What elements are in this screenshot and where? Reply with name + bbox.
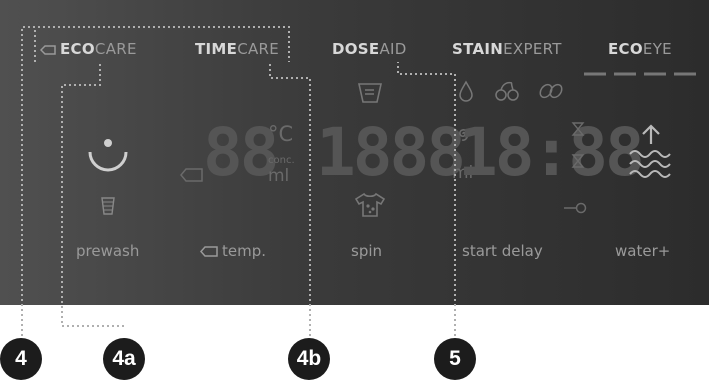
callout-4a: 4a (103, 338, 145, 380)
callout-4: 4 (0, 338, 42, 380)
callout-5: 5 (434, 338, 476, 380)
callout-4b: 4b (288, 338, 330, 380)
callout-leader-lines (21, 26, 456, 336)
